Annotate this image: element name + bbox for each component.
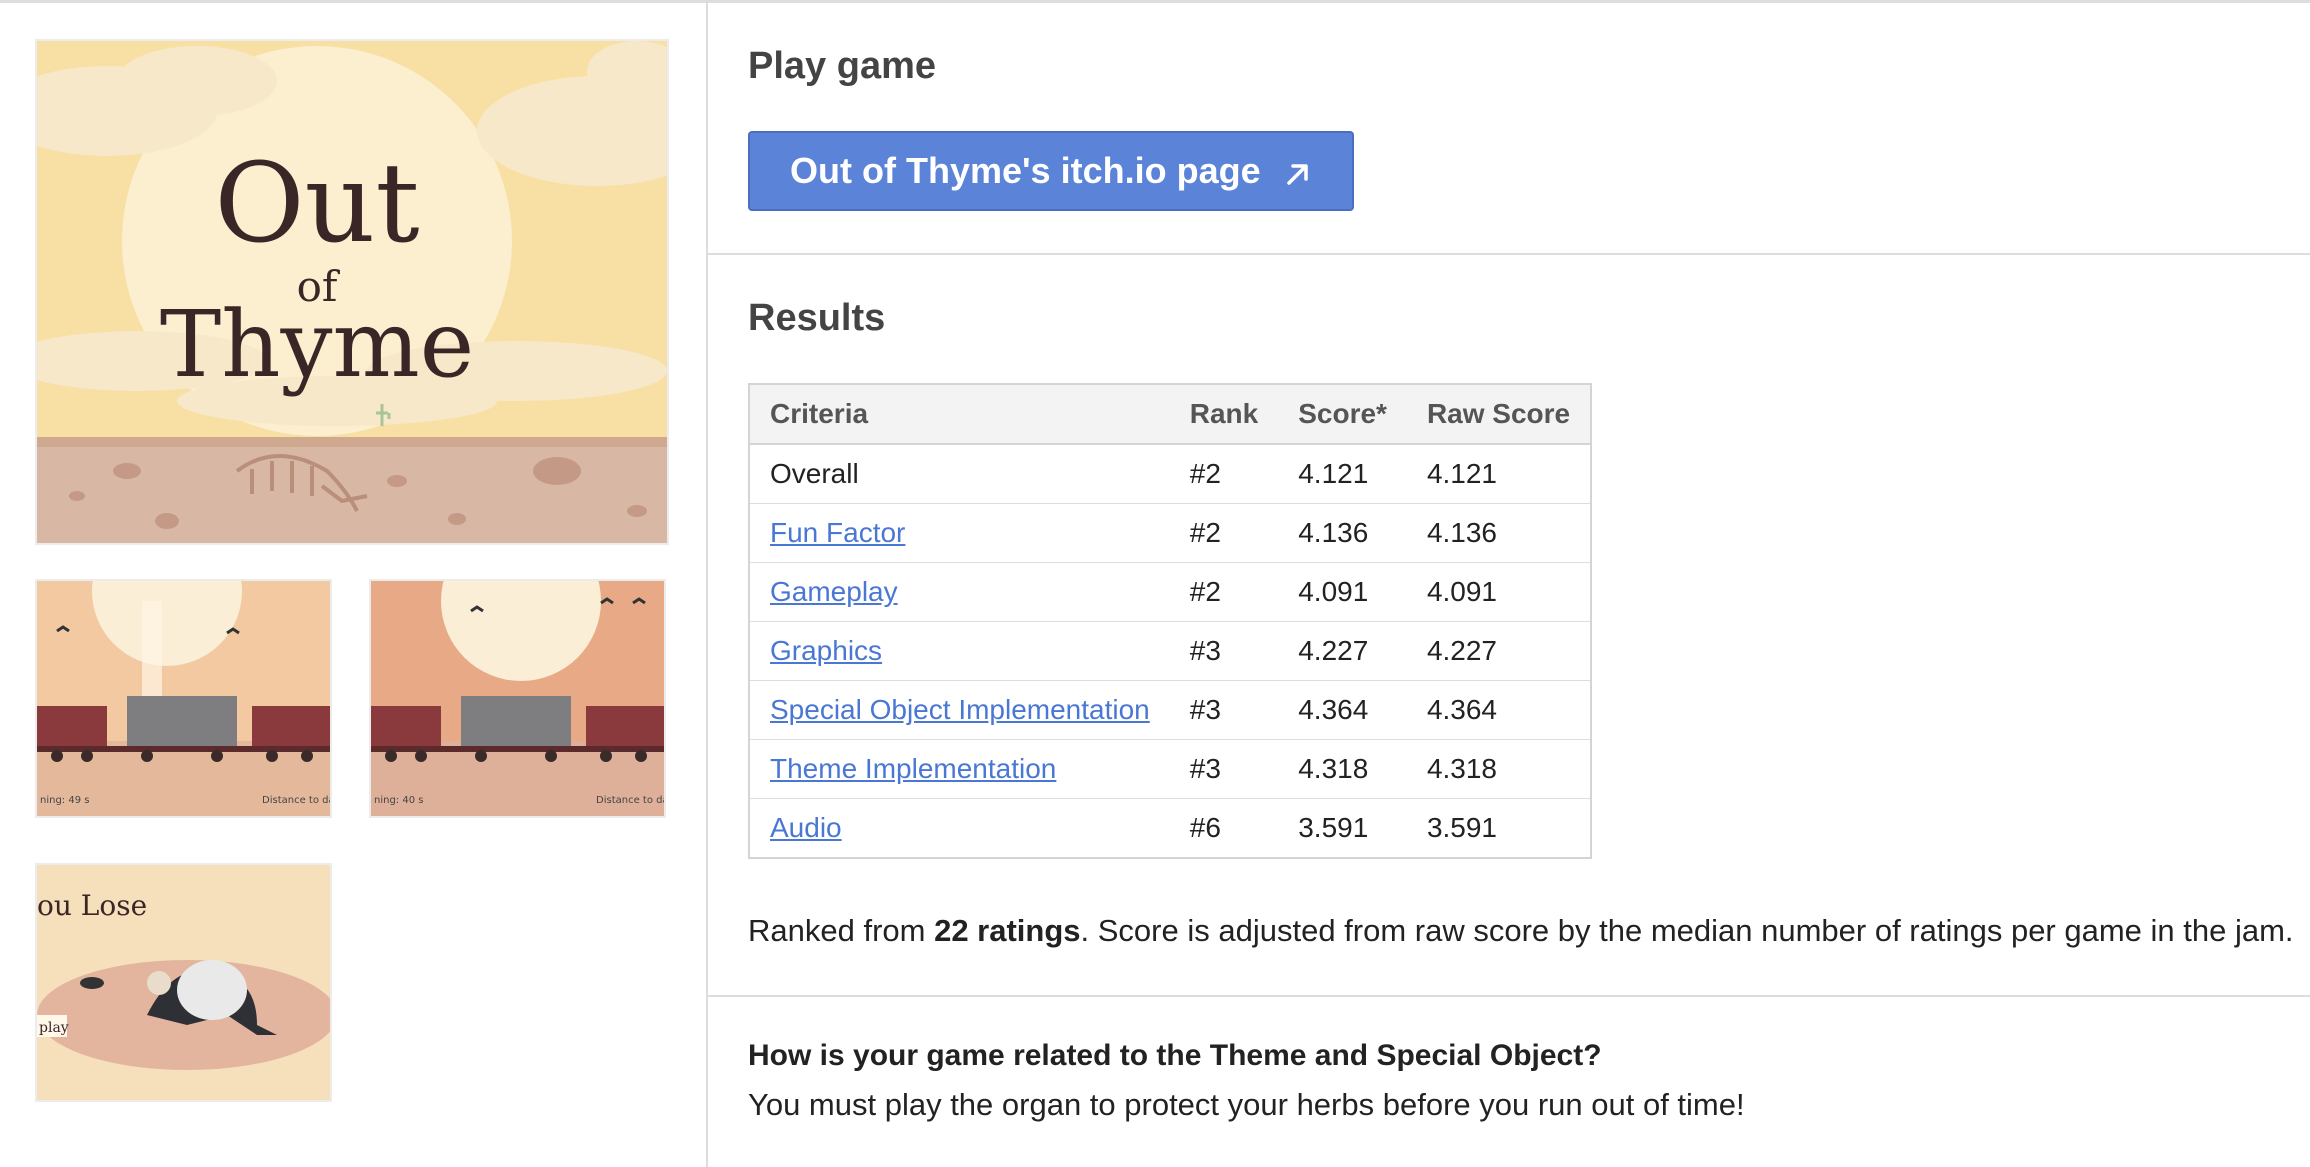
score-cell: 4.227	[1278, 621, 1407, 681]
criteria-cell: Special Object Implementation	[749, 680, 1170, 740]
col-raw-score-header: Raw Score	[1406, 384, 1592, 445]
table-row: Graphics #3 4.227 4.227	[749, 621, 1592, 681]
ratings-count: 22 ratings	[934, 913, 1081, 948]
col-rank-header: Rank	[1169, 384, 1279, 445]
itch-page-button[interactable]: Out of Thyme's itch.io page	[748, 131, 1354, 211]
criteria-link-gameplay[interactable]: Gameplay	[770, 576, 898, 607]
rank-cell: #6	[1169, 798, 1279, 858]
criteria-cell: Audio	[749, 798, 1170, 858]
play-game-heading: Play game	[748, 45, 936, 87]
raw-score-cell: 4.121	[1406, 443, 1592, 504]
table-row: Theme Implementation #3 4.318 4.318	[749, 739, 1592, 799]
lose-title-text: ou Lose	[37, 889, 147, 922]
screenshot-column: Out of Thyme ning: 49 s Distance to dai	[0, 3, 708, 1167]
rank-cell: #2	[1169, 562, 1279, 622]
criteria-link-special-object[interactable]: Special Object Implementation	[770, 694, 1150, 725]
rank-cell: #3	[1169, 621, 1279, 681]
cover-screenshot[interactable]: Out of Thyme	[37, 41, 667, 543]
raw-score-cell: 4.318	[1406, 739, 1592, 799]
ranking-note: Ranked from 22 ratings. Score is adjuste…	[748, 913, 2294, 949]
gameplay-screenshot-2[interactable]: ning: 40 s Distance to dai	[371, 581, 664, 816]
replay-button-text: play	[39, 1020, 69, 1036]
jam-entry-page: Out of Thyme ning: 49 s Distance to dai	[0, 0, 2310, 1167]
rank-cell: #2	[1169, 443, 1279, 504]
table-row: Overall #2 4.121 4.121	[749, 443, 1592, 504]
score-cell: 4.121	[1278, 443, 1407, 504]
rank-cell: #3	[1169, 739, 1279, 799]
theme-question-section: How is your game related to the Theme an…	[708, 997, 2310, 1167]
table-row: Fun Factor #2 4.136 4.136	[749, 503, 1592, 563]
criteria-cell: Fun Factor	[749, 503, 1170, 563]
hud-distance-text: Distance to dai	[262, 795, 330, 806]
criteria-link-audio[interactable]: Audio	[770, 812, 842, 843]
ranking-note-prefix: Ranked from	[748, 913, 935, 948]
itch-page-button-label: Out of Thyme's itch.io page	[790, 150, 1261, 191]
score-cell: 4.091	[1278, 562, 1407, 622]
criteria-overall: Overall	[749, 443, 1170, 504]
ranking-note-suffix: . Score is adjusted from raw score by th…	[1080, 913, 2294, 948]
cover-title-thyme: Thyme	[160, 291, 474, 398]
raw-score-cell: 4.091	[1406, 562, 1592, 622]
score-cell: 4.364	[1278, 680, 1407, 740]
score-cell: 3.591	[1278, 798, 1407, 858]
raw-score-cell: 4.364	[1406, 680, 1592, 740]
table-row: Audio #6 3.591 3.591	[749, 798, 1592, 858]
question-title: How is your game related to the Theme an…	[748, 1039, 1602, 1072]
score-cell: 4.136	[1278, 503, 1407, 563]
results-header-row: Criteria Rank Score* Raw Score	[749, 384, 1592, 445]
raw-score-cell: 4.227	[1406, 621, 1592, 681]
criteria-cell: Theme Implementation	[749, 739, 1170, 799]
results-heading: Results	[748, 297, 886, 339]
criteria-link-theme[interactable]: Theme Implementation	[770, 753, 1056, 784]
col-score-header: Score*	[1278, 384, 1407, 445]
criteria-cell: Graphics	[749, 621, 1170, 681]
gameplay-screenshot-1[interactable]: ning: 49 s Distance to dai	[37, 581, 330, 816]
results-table: Criteria Rank Score* Raw Score Overall #…	[748, 383, 1593, 859]
raw-score-cell: 3.591	[1406, 798, 1592, 858]
external-link-arrow-icon	[1283, 156, 1313, 186]
rank-cell: #2	[1169, 503, 1279, 563]
criteria-link-graphics[interactable]: Graphics	[770, 635, 882, 666]
play-game-section: Play game Out of Thyme's itch.io page	[708, 3, 2310, 255]
hud-timer-text: ning: 40 s	[374, 795, 423, 806]
criteria-cell: Gameplay	[749, 562, 1170, 622]
hud-distance-text: Distance to dai	[596, 795, 664, 806]
cover-title-out: Out	[214, 139, 419, 267]
raw-score-cell: 4.136	[1406, 503, 1592, 563]
score-cell: 4.318	[1278, 739, 1407, 799]
question-answer: You must play the organ to protect your …	[748, 1087, 1745, 1122]
details-column: Play game Out of Thyme's itch.io page Re…	[708, 3, 2310, 1167]
results-section: Results Criteria Rank Score* Raw Score O…	[708, 255, 2310, 997]
game-over-screenshot[interactable]: ou Lose play	[37, 865, 330, 1100]
col-criteria-header: Criteria	[749, 384, 1170, 445]
criteria-link-fun-factor[interactable]: Fun Factor	[770, 517, 905, 548]
hud-timer-text: ning: 49 s	[40, 795, 89, 806]
rank-cell: #3	[1169, 680, 1279, 740]
table-row: Gameplay #2 4.091 4.091	[749, 562, 1592, 622]
table-row: Special Object Implementation #3 4.364 4…	[749, 680, 1592, 740]
